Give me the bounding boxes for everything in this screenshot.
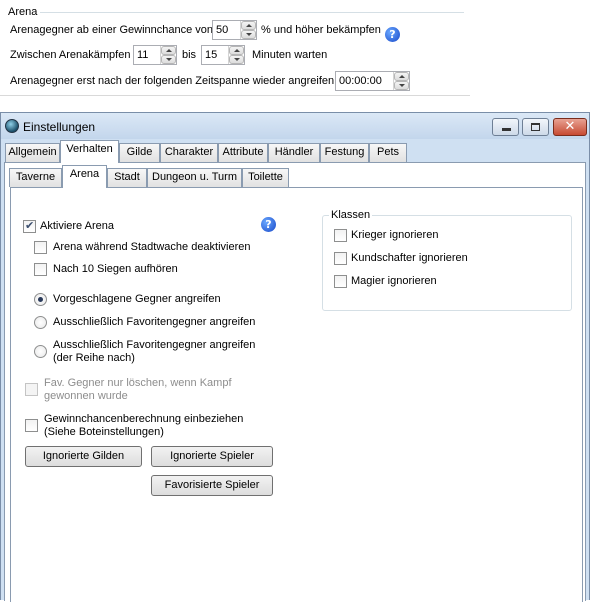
tab-gilde[interactable]: Gilde — [119, 143, 160, 162]
favorites-ordered-radio[interactable] — [34, 345, 47, 358]
subtab-stadt[interactable]: Stadt — [107, 168, 147, 187]
disable-during-guard-label: Arena während Stadtwache deaktivieren — [53, 241, 251, 253]
win-chance-suffix: % und höher bekämpfen — [261, 24, 381, 36]
fav-delete-label-line1: Fav. Gegner nur löschen, wenn Kampf — [44, 377, 232, 389]
spin-up-icon[interactable] — [241, 21, 256, 30]
suggested-opponents-label: Vorgeschlagene Gegner angreifen — [53, 293, 221, 305]
activate-arena-label: Aktiviere Arena — [40, 220, 114, 232]
tab-allgemein[interactable]: Allgemein — [5, 143, 60, 162]
spinner-buttons — [240, 21, 256, 39]
win-chance-label: Arenagegner ab einer Gewinnchance von — [10, 24, 214, 36]
arena-page: Aktiviere Arena ? Arena während Stadtwac… — [10, 187, 583, 602]
arena-panel-title: Arena — [8, 6, 38, 18]
help-icon[interactable]: ? — [261, 217, 276, 232]
tab-haendler[interactable]: Händler — [268, 143, 320, 162]
group-border — [40, 12, 464, 13]
fav-delete-checkbox — [25, 383, 38, 396]
classes-group-title: Klassen — [329, 209, 373, 222]
ignored-players-button[interactable]: Ignorierte Spieler — [151, 446, 273, 467]
classes-group: Klassen Krieger ignorieren Kundschafter … — [322, 209, 572, 311]
spin-down-icon[interactable] — [229, 55, 244, 64]
arena-settings-panel: Arena Arenagegner ab einer Gewinnchance … — [0, 0, 470, 96]
tab-pets[interactable]: Pets — [369, 143, 407, 162]
help-icon[interactable]: ? — [385, 27, 400, 42]
win-calc-checkbox[interactable] — [25, 419, 38, 432]
suggested-opponents-radio[interactable] — [34, 293, 47, 306]
ignore-warrior-label: Krieger ignorieren — [351, 229, 439, 241]
app-globe-icon — [5, 119, 19, 133]
spin-down-icon[interactable] — [394, 81, 409, 90]
fav-delete-label-line2: gewonnen wurde — [44, 390, 128, 402]
title-bar[interactable]: Einstellungen ✕ — [1, 113, 589, 139]
ignore-scout-checkbox[interactable] — [334, 252, 347, 265]
win-calc-label-line1: Gewinnchancenberechnung einbeziehen — [44, 413, 244, 425]
favorites-only-label: Ausschließlich Favoritengegner angreifen — [53, 316, 256, 328]
interval-between-label: bis — [182, 49, 197, 61]
spin-up-icon[interactable] — [229, 46, 244, 55]
tab-verhalten[interactable]: Verhalten — [60, 140, 119, 163]
subtab-toilette[interactable]: Toilette — [242, 168, 289, 187]
disable-during-guard-checkbox[interactable] — [34, 241, 47, 254]
cooldown-label: Arenagegner erst nach der folgenden Zeit… — [10, 75, 338, 87]
stop-after-wins-checkbox[interactable] — [34, 263, 47, 276]
spin-up-icon[interactable] — [161, 46, 176, 55]
verhalten-page: Taverne Arena Stadt Dungeon u. Turm Toil… — [4, 162, 586, 602]
interval-from-spinner[interactable]: 11 — [133, 45, 177, 65]
window-title: Einstellungen — [23, 120, 96, 134]
ignore-mage-label: Magier ignorieren — [351, 275, 437, 287]
spin-up-icon[interactable] — [394, 72, 409, 81]
tab-festung[interactable]: Festung — [320, 143, 369, 162]
tab-charakter[interactable]: Charakter — [160, 143, 218, 162]
minimize-button[interactable] — [492, 118, 519, 136]
ignore-scout-label: Kundschafter ignorieren — [351, 252, 468, 264]
cooldown-time-value: 00:00:00 — [339, 75, 382, 87]
close-icon: ✕ — [564, 119, 576, 134]
spin-down-icon[interactable] — [241, 30, 256, 39]
favorite-players-button[interactable]: Favorisierte Spieler — [151, 475, 273, 496]
activate-arena-checkbox[interactable] — [23, 219, 36, 233]
interval-suffix: Minuten warten — [252, 49, 328, 61]
favorites-ordered-label-line2: (der Reihe nach) — [53, 352, 135, 364]
subtab-arena[interactable]: Arena — [62, 165, 107, 188]
stop-after-wins-label: Nach 10 Siegen aufhören — [53, 263, 178, 275]
close-button[interactable]: ✕ — [553, 118, 587, 136]
tab-attribute[interactable]: Attribute — [218, 143, 268, 162]
cooldown-time-picker[interactable]: 00:00:00 — [335, 71, 410, 91]
subtab-taverne[interactable]: Taverne — [9, 168, 62, 187]
favorites-ordered-label-line1: Ausschließlich Favoritengegner angreifen — [53, 339, 256, 351]
win-chance-spinner[interactable]: 50 — [212, 20, 257, 40]
win-calc-label-line2: (Siehe Boteinstellungen) — [44, 426, 164, 438]
interval-to-spinner[interactable]: 15 — [201, 45, 245, 65]
spinner-buttons — [228, 46, 244, 64]
spin-down-icon[interactable] — [161, 55, 176, 64]
ignore-warrior-checkbox[interactable] — [334, 229, 347, 242]
spinner-buttons — [393, 72, 409, 90]
settings-window: Einstellungen ✕ Allgemein Verhalten Gild… — [0, 112, 590, 602]
ignore-mage-checkbox[interactable] — [334, 275, 347, 288]
interval-from-value: 11 — [137, 49, 149, 61]
spinner-buttons — [160, 46, 176, 64]
minimize-icon — [502, 128, 511, 131]
interval-to-value: 15 — [205, 49, 218, 61]
maximize-icon — [531, 123, 540, 131]
subtab-dungeon[interactable]: Dungeon u. Turm — [147, 168, 242, 187]
win-chance-value: 50 — [216, 24, 229, 36]
favorites-only-radio[interactable] — [34, 316, 47, 329]
interval-label: Zwischen Arenakämpfen — [10, 49, 131, 61]
ignored-guilds-button[interactable]: Ignorierte Gilden — [25, 446, 142, 467]
maximize-button[interactable] — [522, 118, 549, 136]
